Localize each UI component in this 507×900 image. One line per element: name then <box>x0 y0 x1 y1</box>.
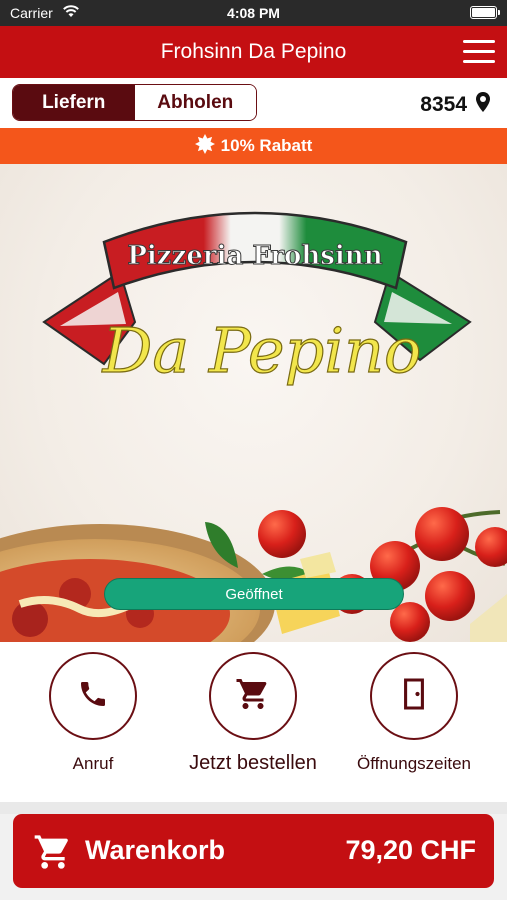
cart-total: 79,20 CHF <box>345 835 476 865</box>
mode-option-liefern[interactable]: Liefern <box>13 85 135 120</box>
hamburger-menu-icon[interactable] <box>463 40 495 64</box>
divider <box>0 802 507 814</box>
hero-image: Pizzeria Frohsinn Da Pepino Geöffnet <box>0 164 507 642</box>
opening-hours-label: Öffnungszeiten <box>356 754 472 773</box>
order-button-circle <box>209 652 297 740</box>
battery-icon <box>470 6 500 19</box>
call-button[interactable]: Anruf <box>8 652 178 774</box>
postal-code: 8354 <box>420 93 467 116</box>
logo-script-text: Da Pepino <box>102 314 422 387</box>
logo-banner-text: Pizzeria Frohsinn <box>127 241 382 271</box>
cart-label: Warenkorb <box>85 835 226 865</box>
promo-banner[interactable]: 10% Rabatt <box>0 128 507 164</box>
postal-code-selector[interactable]: 8354 <box>420 91 491 119</box>
page-title: Frohsinn Da Pepino <box>160 40 347 63</box>
delivery-mode-toggle: Liefern Abholen <box>12 84 257 121</box>
cart-icon <box>235 676 271 717</box>
opening-hours-button[interactable]: Öffnungszeiten <box>329 652 499 774</box>
cart-bar: Warenkorb 79,20 CHF <box>0 814 507 900</box>
call-button-circle <box>49 652 137 740</box>
open-status-badge[interactable]: Geöffnet <box>104 578 404 610</box>
clock: 4:08 PM <box>227 5 280 21</box>
badge-icon <box>194 133 215 159</box>
door-icon <box>400 677 428 716</box>
promo-text: 10% Rabatt <box>220 136 313 155</box>
hero-artwork: Pizzeria Frohsinn Da Pepino <box>0 211 507 642</box>
call-label: Anruf <box>72 754 114 773</box>
order-now-button[interactable]: Jetzt bestellen <box>168 652 338 775</box>
status-bar: Carrier 4:08 PM <box>0 0 507 26</box>
phone-icon <box>77 678 109 715</box>
cart-icon <box>33 832 73 877</box>
cart-button[interactable]: Warenkorb 79,20 CHF <box>13 814 494 888</box>
quick-actions: Anruf Jetzt bestellen Öffnungszeiten <box>0 642 507 804</box>
food-decoration <box>0 507 507 642</box>
hours-button-circle <box>370 652 458 740</box>
mode-option-abholen[interactable]: Abholen <box>134 85 256 120</box>
order-now-label: Jetzt bestellen <box>189 752 317 774</box>
app-header: Frohsinn Da Pepino <box>0 26 507 78</box>
delivery-mode-row: Liefern Abholen 8354 <box>0 78 507 128</box>
map-pin-icon <box>475 91 491 119</box>
